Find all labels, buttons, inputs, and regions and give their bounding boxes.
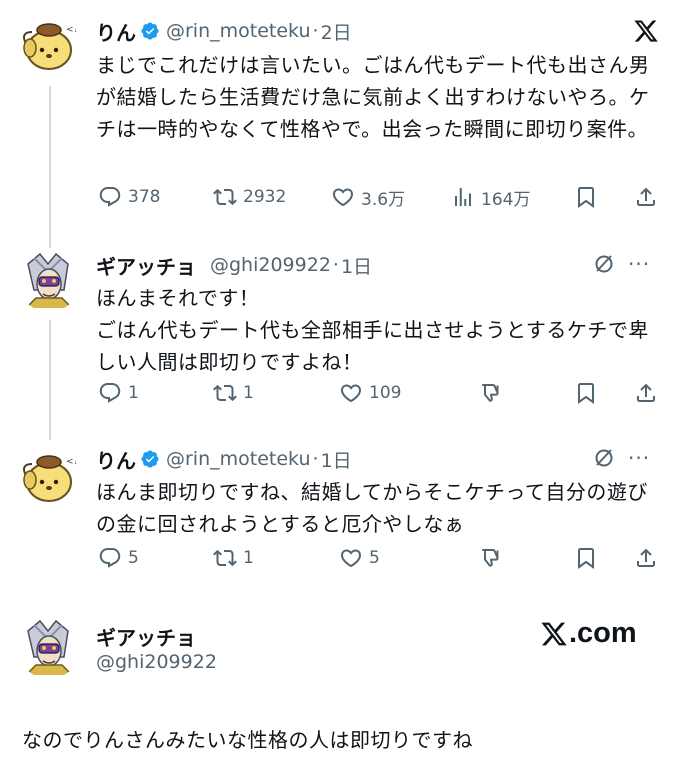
display-name[interactable]: りん bbox=[96, 17, 136, 46]
thread-line bbox=[49, 320, 51, 440]
pompompurin-avatar-icon: <? bbox=[18, 14, 80, 76]
xcom-brand: .com bbox=[540, 617, 637, 650]
repost-count: 2932 bbox=[243, 187, 287, 207]
share-button[interactable] bbox=[634, 542, 658, 574]
thread-line bbox=[49, 86, 51, 248]
share-icon bbox=[637, 548, 655, 567]
reply-icon bbox=[99, 548, 121, 568]
reply-count: 378 bbox=[128, 187, 161, 207]
tweet-text: ほんま即切りですね、結婚してからそこケチって自分の遊びの金に回されようとすると厄… bbox=[96, 480, 648, 536]
tweet-header: りん @rin_moteteku · 2日 bbox=[96, 14, 352, 48]
like-count: 5 bbox=[369, 548, 380, 568]
heart-icon bbox=[332, 188, 354, 207]
tweet-header: ギアッチョ @ghi209922 · 1日 bbox=[96, 248, 372, 282]
grok-icon[interactable] bbox=[592, 446, 616, 470]
dislike-button[interactable] bbox=[479, 377, 503, 409]
more-options-icon[interactable]: ··· bbox=[628, 446, 650, 470]
avatar[interactable] bbox=[18, 250, 80, 312]
card-avatar[interactable] bbox=[18, 617, 80, 679]
like-button[interactable]: 109 bbox=[339, 377, 401, 409]
views-chart-icon bbox=[455, 188, 471, 206]
repost-button[interactable]: 1 bbox=[213, 377, 254, 409]
svg-text:<?: <? bbox=[66, 25, 79, 35]
bookmark-icon bbox=[578, 187, 594, 208]
x-logo-icon bbox=[541, 622, 567, 645]
display-name[interactable]: りん bbox=[96, 445, 136, 474]
grok-icon[interactable] bbox=[592, 252, 616, 276]
timestamp[interactable]: 2日 bbox=[321, 18, 352, 45]
action-bar: 1 1 109 bbox=[96, 377, 664, 409]
share-button[interactable] bbox=[634, 377, 658, 409]
bookmark-button[interactable] bbox=[574, 542, 598, 574]
reply-count: 1 bbox=[128, 383, 139, 403]
bookmark-icon bbox=[578, 548, 594, 569]
pompompurin-avatar-icon: <? bbox=[18, 446, 80, 508]
thumbs-down-icon bbox=[482, 384, 499, 402]
repost-icon bbox=[213, 188, 237, 206]
screenshot-page: <? りん @rin_moteteku · 2日 まじでこれだけは言いたい。ごは… bbox=[0, 0, 675, 766]
reply-icon bbox=[99, 383, 121, 403]
avatar[interactable]: <? bbox=[18, 446, 80, 508]
separator-dot: · bbox=[312, 20, 319, 42]
tweet-top-actions: ··· bbox=[592, 252, 650, 276]
tweet-header: りん @rin_moteteku · 1日 bbox=[96, 442, 352, 476]
separator-dot: · bbox=[312, 448, 319, 470]
ghiaccio-avatar-icon bbox=[18, 250, 80, 312]
verified-badge-icon bbox=[141, 22, 159, 40]
handle[interactable]: @rin_moteteku bbox=[166, 448, 311, 470]
reply-button[interactable]: 5 bbox=[98, 542, 139, 574]
verified-badge-icon bbox=[141, 450, 159, 468]
like-count: 3.6万 bbox=[361, 189, 406, 210]
display-name[interactable]: ギアッチョ bbox=[96, 251, 196, 280]
views-button[interactable]: 164万 bbox=[451, 181, 530, 213]
x-logo-icon[interactable] bbox=[633, 18, 659, 44]
bookmark-button[interactable] bbox=[574, 377, 598, 409]
share-icon bbox=[637, 187, 655, 206]
separator-dot: · bbox=[332, 254, 339, 276]
heart-icon bbox=[340, 384, 362, 403]
thumbs-down-icon bbox=[482, 549, 499, 567]
like-button[interactable]: 5 bbox=[339, 542, 380, 574]
tweet-top-actions: ··· bbox=[592, 446, 650, 470]
ghiaccio-avatar-icon bbox=[18, 617, 80, 679]
xcom-label: .com bbox=[569, 617, 637, 649]
views-count: 164万 bbox=[481, 189, 531, 210]
bookmark-icon bbox=[578, 383, 594, 404]
action-bar: 378 2932 3.6万 164万 bbox=[96, 181, 664, 213]
like-button[interactable]: 3.6万 bbox=[331, 181, 405, 213]
reply-button[interactable]: 378 bbox=[98, 181, 160, 213]
repost-icon bbox=[213, 549, 237, 567]
avatar[interactable]: <? bbox=[18, 14, 80, 76]
repost-button[interactable]: 2932 bbox=[213, 181, 286, 213]
repost-count: 1 bbox=[243, 548, 254, 568]
tweet-text: ほんまそれです！ ごはん代もデート代も全部相手に出させようとするケチで卑しい人間… bbox=[96, 286, 649, 374]
more-options-icon[interactable]: ··· bbox=[628, 252, 650, 276]
svg-text:<?: <? bbox=[66, 457, 79, 467]
handle[interactable]: @rin_moteteku bbox=[166, 20, 311, 42]
dislike-button[interactable] bbox=[479, 542, 503, 574]
repost-button[interactable]: 1 bbox=[213, 542, 254, 574]
tweet-text: まじでこれだけは言いたい。ごはん代もデート代も出さん男が結婚したら生活費だけ急に… bbox=[96, 53, 650, 141]
action-bar: 5 1 5 bbox=[96, 542, 664, 574]
like-count: 109 bbox=[369, 383, 402, 403]
heart-icon bbox=[340, 549, 362, 568]
timestamp[interactable]: 1日 bbox=[341, 252, 372, 279]
caption-text: なのでりんさんみたいな性格の人は即切りですね bbox=[22, 728, 473, 752]
timestamp[interactable]: 1日 bbox=[321, 446, 352, 473]
reply-icon bbox=[99, 187, 121, 207]
card-handle[interactable]: @ghi209922 bbox=[96, 651, 217, 673]
bookmark-button[interactable] bbox=[574, 181, 598, 213]
card-display-name[interactable]: ギアッチョ bbox=[96, 622, 196, 651]
handle[interactable]: @ghi209922 bbox=[210, 254, 331, 276]
reply-button[interactable]: 1 bbox=[98, 377, 139, 409]
repost-count: 1 bbox=[243, 383, 254, 403]
share-button[interactable] bbox=[634, 181, 658, 213]
repost-icon bbox=[213, 384, 237, 402]
share-icon bbox=[637, 383, 655, 402]
reply-count: 5 bbox=[128, 548, 139, 568]
